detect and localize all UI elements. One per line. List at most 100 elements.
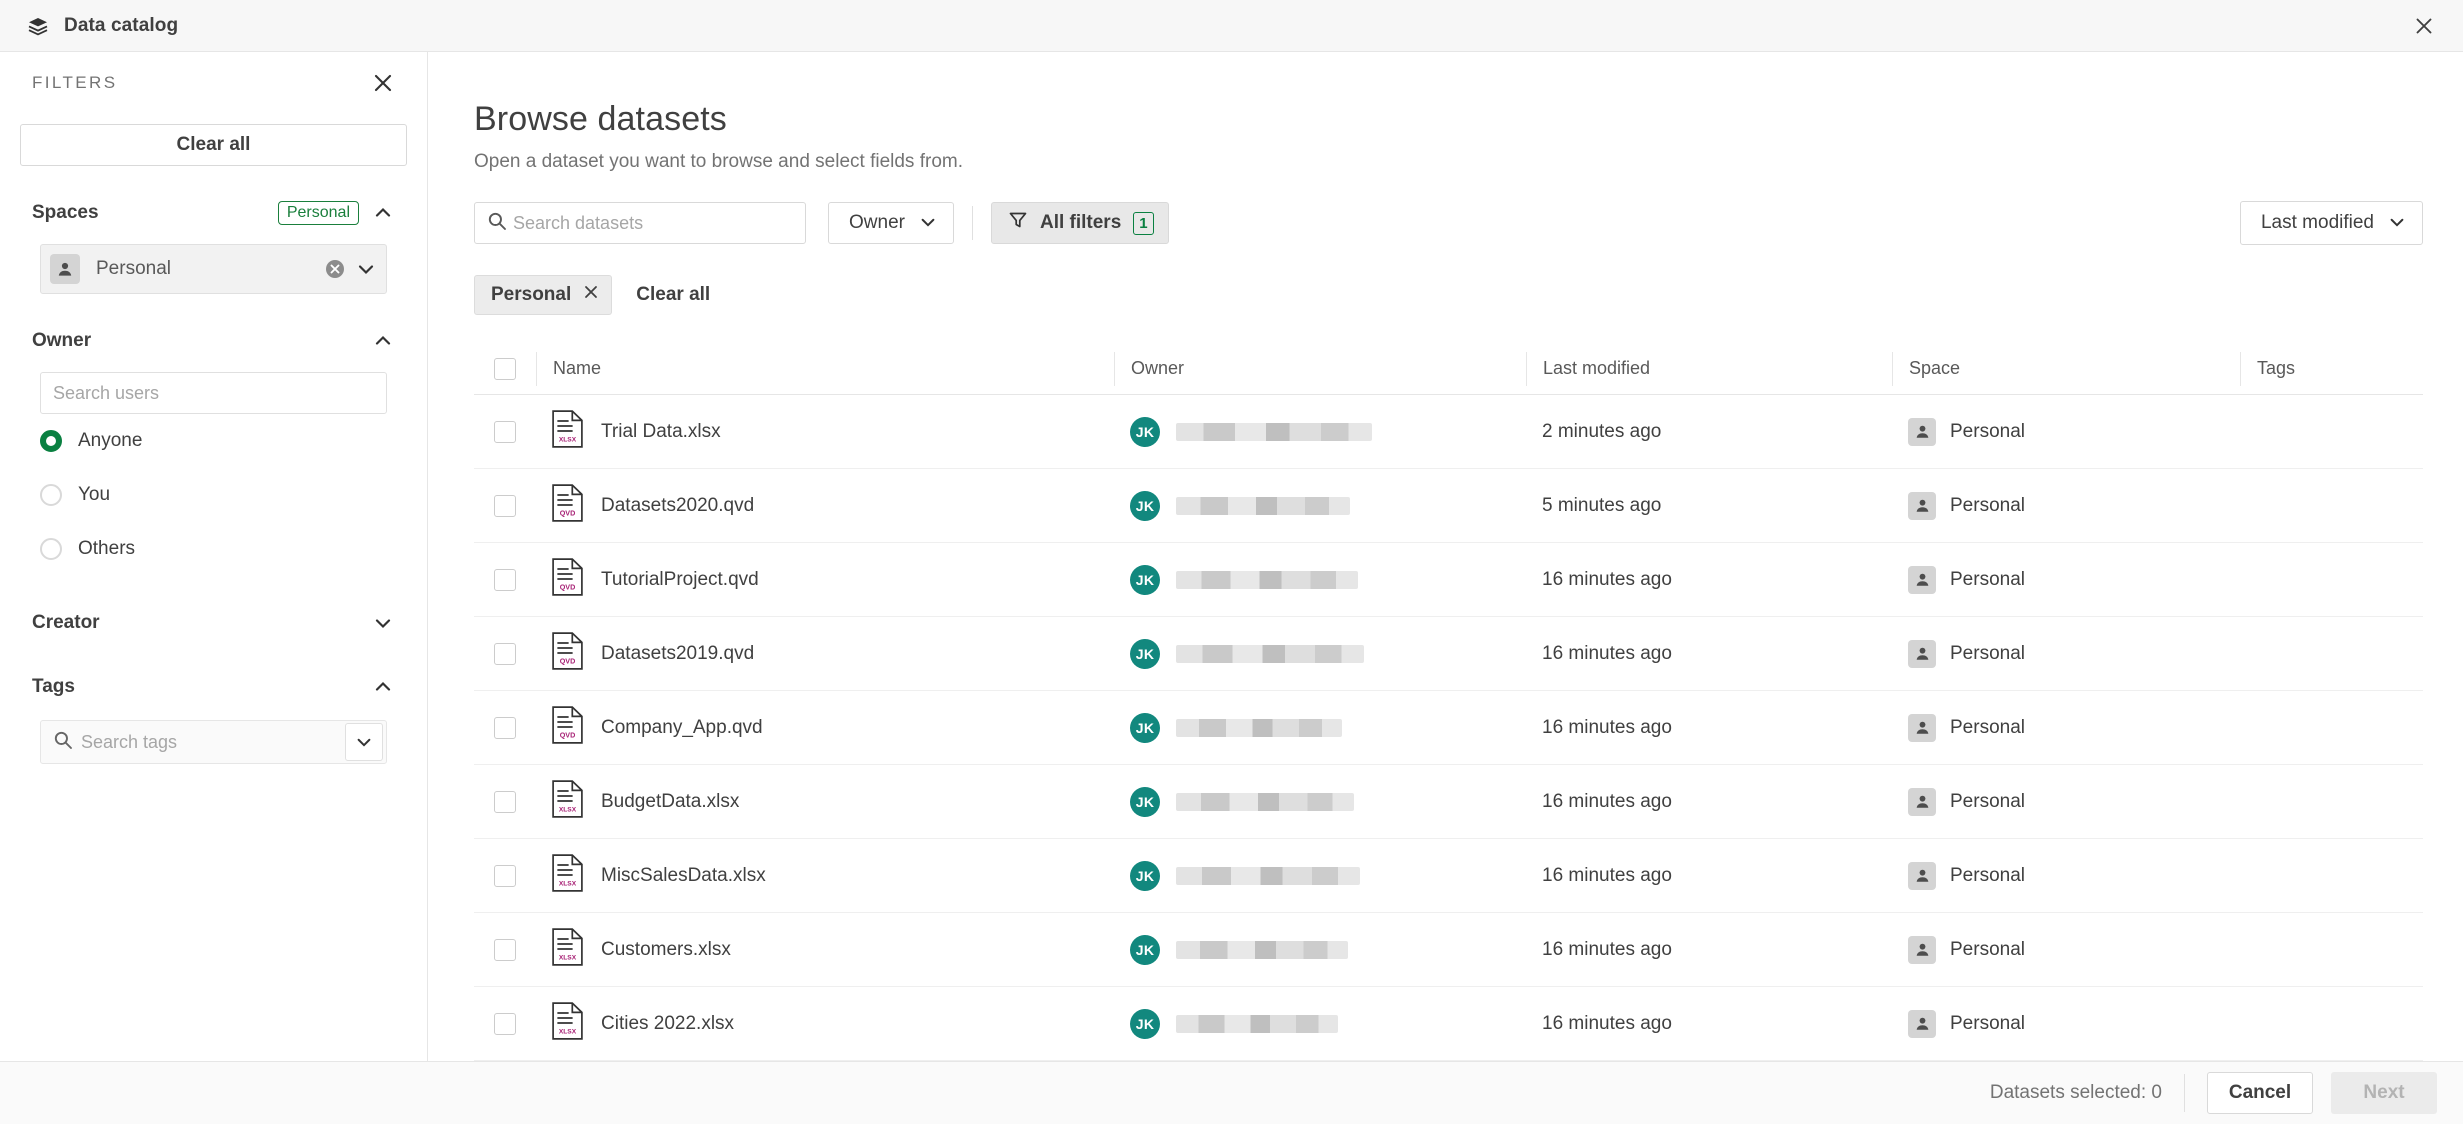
dataset-link[interactable]: XLSX Trial Data.xlsx [536,410,721,453]
chevron-up-icon[interactable] [373,677,393,697]
column-header-name[interactable]: Name [553,358,601,379]
person-icon [1908,417,1936,446]
dataset-name: Customers.xlsx [601,938,731,960]
toolbar-right-group: Last modified [2239,201,2423,245]
page-header: Browse datasets Open a dataset you want … [428,52,2463,173]
cancel-button[interactable]: Cancel [2207,1072,2313,1114]
row-checkbox[interactable] [494,420,516,443]
search-users-input[interactable] [41,373,386,413]
last-modified-value: 16 minutes ago [1542,716,1672,738]
owner-filter-dropdown[interactable]: Owner [828,202,954,244]
row-checkbox[interactable] [494,716,516,739]
chevron-down-icon[interactable] [373,613,393,633]
svg-text:XLSX: XLSX [559,437,577,444]
row-checkbox[interactable] [494,568,516,591]
column-header-last-modified[interactable]: Last modified [1543,358,1650,379]
chevron-down-icon [2388,213,2408,233]
chevron-down-icon[interactable] [356,259,376,279]
search-icon [53,730,73,755]
dataset-link[interactable]: QVD Datasets2020.qvd [536,484,754,527]
row-checkbox[interactable] [494,494,516,517]
clear-circle-icon[interactable] [324,258,346,280]
table-body: XLSX Trial Data.xlsx JK 2 minutes ago Person… [474,395,2423,1061]
svg-text:QVD: QVD [560,731,576,740]
close-icon[interactable] [363,63,403,103]
search-users-field[interactable] [40,372,387,414]
owner-radio-others[interactable]: Others [20,522,407,576]
row-checkbox[interactable] [494,790,516,813]
search-datasets-field[interactable] [474,202,806,244]
filter-section-spaces-header[interactable]: Spaces Personal [20,196,407,230]
table-row[interactable]: XLSX Cities 2022.xlsx JK 16 minutes ago Pers… [474,987,2423,1061]
filter-section-tags-header[interactable]: Tags [20,670,407,704]
dataset-link[interactable]: QVD TutorialProject.qvd [536,558,759,601]
select-all-checkbox[interactable] [494,357,516,380]
row-checkbox[interactable] [494,938,516,961]
column-header-space[interactable]: Space [1909,358,1960,379]
filters-panel-label: FILTERS [32,73,118,92]
dataset-link[interactable]: XLSX MiscSalesData.xlsx [536,854,766,897]
sort-dropdown[interactable]: Last modified [2239,201,2423,245]
space-cell: Personal [1892,639,2025,668]
chevron-down-icon[interactable] [345,723,383,761]
file-xlsx-icon: XLSX [552,1002,583,1045]
owner-radio-anyone[interactable]: Anyone [20,414,407,468]
clear-all-chips-button[interactable]: Clear all [636,284,710,306]
search-datasets-input[interactable] [513,212,805,234]
row-select-cell [474,494,536,517]
dataset-name: BudgetData.xlsx [601,790,740,812]
search-tags-field[interactable] [40,720,387,764]
owner-cell: JK [1114,1008,1338,1039]
chevron-up-icon[interactable] [373,203,393,223]
file-xlsx-icon: XLSX [552,780,583,823]
dataset-link[interactable]: XLSX Customers.xlsx [536,928,731,971]
table-row[interactable]: QVD Datasets2020.qvd JK 5 minutes ago Person… [474,469,2423,543]
row-checkbox[interactable] [494,1012,516,1035]
filter-section-title: Owner [32,330,92,351]
table-row[interactable]: XLSX MiscSalesData.xlsx JK 16 minutes ago Pe… [474,839,2423,913]
owner-name-redacted [1176,644,1364,663]
space-name: Personal [1950,716,2025,738]
filter-section-tags: Tags [20,670,407,764]
space-cell: Personal [1892,491,2025,520]
row-checkbox[interactable] [494,864,516,887]
column-header-owner[interactable]: Owner [1131,358,1184,379]
chevron-up-icon[interactable] [373,331,393,351]
person-icon [1908,1009,1936,1038]
column-header-tags[interactable]: Tags [2257,358,2295,379]
close-icon[interactable] [583,284,599,306]
table-row[interactable]: QVD Company_App.qvd JK 16 minutes ago Person… [474,691,2423,765]
space-name: Personal [1950,494,2025,516]
space-name: Personal [1950,568,2025,590]
dataset-link[interactable]: QVD Company_App.qvd [536,706,763,749]
file-xlsx-icon: XLSX [552,928,583,971]
filter-section-creator-header[interactable]: Creator [20,606,407,640]
row-select-cell [474,642,536,665]
dataset-link[interactable]: QVD Datasets2019.qvd [536,632,754,675]
space-cell: Personal [1892,1009,2025,1038]
dataset-link[interactable]: XLSX BudgetData.xlsx [536,780,739,823]
active-filter-chips: Personal Clear all [428,245,2463,315]
all-filters-button[interactable]: All filters 1 [990,202,1169,244]
table-row[interactable]: QVD Datasets2019.qvd JK 16 minutes ago Perso… [474,617,2423,691]
person-icon [1908,861,1936,890]
table-row[interactable]: QVD TutorialProject.qvd JK 16 minutes ago Pe… [474,543,2423,617]
selected-space-pill[interactable]: Personal [40,244,387,294]
filter-chip-label: Personal [491,284,572,305]
table-row[interactable]: XLSX Customers.xlsx JK 16 minutes ago Person… [474,913,2423,987]
owner-radio-you[interactable]: You [20,468,407,522]
dataset-name: MiscSalesData.xlsx [601,864,766,886]
filter-section-title: Spaces [32,202,99,223]
close-icon[interactable] [2405,7,2443,45]
row-checkbox[interactable] [494,642,516,665]
table-row[interactable]: XLSX BudgetData.xlsx JK 16 minutes ago Perso… [474,765,2423,839]
clear-all-filters-button[interactable]: Clear all [20,124,407,166]
dataset-link[interactable]: XLSX Cities 2022.xlsx [536,1002,734,1045]
radio-indicator [40,430,62,452]
filter-chip-personal[interactable]: Personal [474,275,613,315]
filter-section-owner-header[interactable]: Owner [20,324,407,358]
all-filters-count-badge: 1 [1133,211,1154,235]
table-row[interactable]: XLSX Trial Data.xlsx JK 2 minutes ago Person… [474,395,2423,469]
filters-panel-header: FILTERS [20,52,407,114]
search-tags-input[interactable] [81,731,345,753]
